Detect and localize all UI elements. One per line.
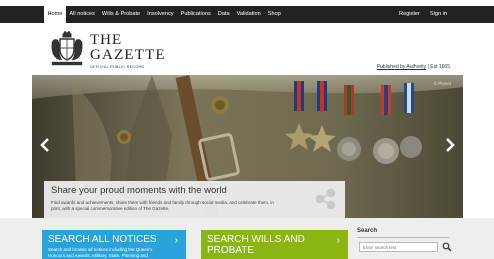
published-by-authority-link[interactable]: Published by Authority [377, 64, 426, 70]
search-wills-probate-title: SEARCH WILLS AND PROBATE [207, 234, 305, 256]
hero-caption-title: Share your proud moments with the world [51, 185, 227, 196]
nav-validation[interactable]: Validation [233, 6, 264, 23]
search-all-notices-title: SEARCH ALL NOTICES [48, 234, 157, 245]
sign-in-link[interactable]: Sign in [427, 6, 450, 23]
logo-tagline: OFFICIAL PUBLIC RECORD [90, 65, 145, 69]
established-text: Est 1665 [430, 64, 450, 70]
royal-crest-icon [51, 30, 83, 66]
search-panel-title: Search [357, 228, 449, 238]
hero-caption-text: Find awards and achievements, share them… [51, 200, 274, 211]
image-credit: © Planet [433, 81, 451, 86]
main-menu: Home All notices Wills & Probate Insolve… [44, 6, 284, 23]
nav-wills-probate[interactable]: Wills & Probate [98, 6, 143, 23]
logo-text-the: THE [90, 32, 123, 48]
search-icon[interactable] [442, 242, 452, 252]
search-input[interactable] [359, 242, 438, 252]
search-all-notices-description: Search and browse all notices including … [48, 247, 153, 258]
register-link[interactable]: Register [396, 6, 423, 23]
account-links: Register Sign in [396, 6, 450, 23]
hero-carousel[interactable]: © Planet Share your proud moments with t… [32, 75, 463, 218]
search-panel: Search [357, 228, 452, 259]
nav-publications[interactable]: Publications [177, 6, 214, 23]
search-all-notices-card[interactable]: SEARCH ALL NOTICES Search and browse all… [42, 230, 186, 259]
gazette-logo[interactable]: THE GAZETTE OFFICIAL PUBLIC RECORD [48, 30, 178, 72]
chevron-right-icon: › [174, 235, 178, 246]
nav-all-notices[interactable]: All notices [66, 6, 99, 23]
lower-section: SEARCH ALL NOTICES Search and browse all… [0, 218, 494, 259]
nav-data[interactable]: Data [214, 6, 233, 23]
share-icon[interactable] [315, 188, 337, 210]
authority-line: Published by Authority | Est 1665 [377, 64, 450, 70]
search-wills-probate-card[interactable]: SEARCH WILLS AND PROBATE › [201, 230, 348, 259]
hero-caption-panel[interactable]: Share your proud moments with the world … [44, 181, 345, 218]
chevron-right-icon: › [336, 235, 340, 246]
top-navigation-bar: Home All notices Wills & Probate Insolve… [0, 6, 494, 23]
chevron-left-icon[interactable] [38, 135, 52, 155]
chevron-right-icon[interactable] [443, 135, 457, 155]
logo-text-gazette: GAZETTE [90, 47, 166, 63]
nav-insolvency[interactable]: Insolvency [144, 6, 177, 23]
nav-home[interactable]: Home [44, 6, 66, 23]
nav-shop[interactable]: Shop [264, 6, 284, 23]
